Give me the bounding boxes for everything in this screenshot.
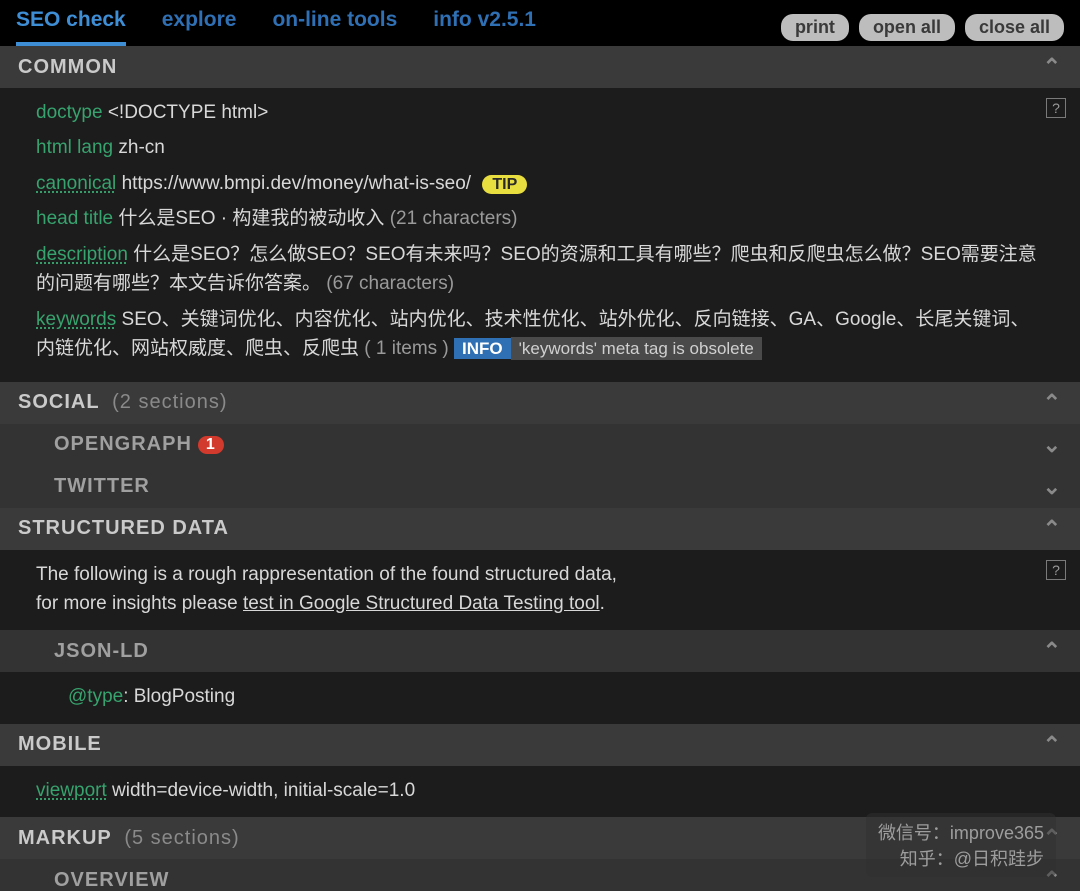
- count-description: (67 characters): [326, 273, 454, 294]
- key-jsonld-type: @type: [68, 686, 123, 707]
- structured-text-2a: for more insights please: [36, 593, 243, 614]
- close-all-button[interactable]: close all: [965, 14, 1064, 41]
- chevron-up-icon: ⌃: [1043, 732, 1062, 758]
- section-common-header[interactable]: COMMON ⌃: [0, 46, 1080, 88]
- structured-text-1: The following is a rough rappresentation…: [36, 560, 1044, 589]
- section-jsonld-header[interactable]: JSON-LD ⌃: [0, 630, 1080, 672]
- section-title: COMMON: [18, 56, 117, 79]
- open-all-button[interactable]: open all: [859, 14, 955, 41]
- tip-badge[interactable]: TIP: [482, 175, 527, 194]
- key-doctype: doctype: [36, 102, 103, 123]
- chevron-up-icon: ⌃: [1043, 54, 1062, 80]
- section-social-header[interactable]: SOCIAL (2 sections) ⌃: [0, 382, 1080, 424]
- print-button[interactable]: print: [781, 14, 849, 41]
- tab-info[interactable]: info v2.5.1: [433, 8, 536, 46]
- section-opengraph-header[interactable]: OPENGRAPH 1 ⌄: [0, 424, 1080, 466]
- section-mobile-body: viewport width=device-width, initial-sca…: [0, 766, 1080, 817]
- val-viewport: width=device-width, initial-scale=1.0: [112, 780, 415, 801]
- key-keywords[interactable]: keywords: [36, 309, 116, 330]
- key-description[interactable]: description: [36, 244, 128, 265]
- tab-bar: SEO check explore on-line tools info v2.…: [0, 0, 1080, 46]
- key-viewport[interactable]: viewport: [36, 780, 107, 801]
- key-canonical[interactable]: canonical: [36, 173, 116, 194]
- count-keywords: ( 1 items ): [364, 338, 448, 359]
- section-structured-body: ? The following is a rough rappresentati…: [0, 550, 1080, 631]
- tab-seo-check[interactable]: SEO check: [16, 8, 126, 46]
- key-html-lang: html lang: [36, 137, 113, 158]
- val-description: 什么是SEO？怎么做SEO？SEO有未来吗？SEO的资源和工具有哪些？爬虫和反爬…: [36, 244, 1037, 294]
- section-structured-header[interactable]: STRUCTURED DATA ⌃: [0, 508, 1080, 550]
- help-icon[interactable]: ?: [1046, 560, 1066, 580]
- info-message: 'keywords' meta tag is obsolete: [511, 337, 762, 360]
- val-doctype: <!DOCTYPE html>: [108, 102, 269, 123]
- val-head-title: 什么是SEO · 构建我的被动收入: [118, 208, 384, 229]
- key-head-title: head title: [36, 208, 113, 229]
- section-title: OVERVIEW: [54, 869, 169, 891]
- chevron-down-icon: ⌄: [1043, 474, 1062, 500]
- chevron-up-icon: ⌃: [1043, 516, 1062, 542]
- tabs: SEO check explore on-line tools info v2.…: [16, 8, 536, 46]
- toolbar-buttons: print open all close all: [781, 14, 1064, 41]
- section-count: (5 sections): [124, 827, 239, 850]
- section-title: TWITTER: [54, 475, 150, 498]
- tab-explore[interactable]: explore: [162, 8, 237, 46]
- count-head-title: (21 characters): [390, 208, 518, 229]
- chevron-down-icon: ⌄: [1043, 432, 1062, 458]
- section-common-body: ? doctype <!DOCTYPE html> html lang zh-c…: [0, 88, 1080, 382]
- error-count-badge: 1: [198, 436, 224, 454]
- info-badge: INFO: [454, 338, 511, 359]
- section-title: OPENGRAPH: [54, 433, 192, 456]
- chevron-up-icon: ⌃: [1043, 390, 1062, 416]
- section-twitter-header[interactable]: TWITTER ⌄: [0, 466, 1080, 508]
- val-jsonld-type: : BlogPosting: [123, 686, 235, 707]
- tab-online-tools[interactable]: on-line tools: [272, 8, 397, 46]
- section-count: (2 sections): [112, 391, 227, 414]
- section-title: SOCIAL: [18, 391, 100, 414]
- section-title: MOBILE: [18, 733, 102, 756]
- watermark: 微信号：improve365 知乎：@日积跬步: [866, 813, 1056, 877]
- section-title: MARKUP: [18, 827, 112, 850]
- content-scroll[interactable]: COMMON ⌃ ? doctype <!DOCTYPE html> html …: [0, 46, 1080, 891]
- val-html-lang: zh-cn: [118, 137, 164, 158]
- section-jsonld-body: @type: BlogPosting: [0, 672, 1080, 723]
- chevron-up-icon: ⌃: [1043, 638, 1062, 664]
- section-title: STRUCTURED DATA: [18, 517, 229, 540]
- section-mobile-header[interactable]: MOBILE ⌃: [0, 724, 1080, 766]
- section-title: JSON-LD: [54, 640, 149, 663]
- help-icon[interactable]: ?: [1046, 98, 1066, 118]
- structured-text-2c: .: [600, 593, 605, 614]
- structured-testing-link[interactable]: test in Google Structured Data Testing t…: [243, 593, 600, 614]
- val-canonical: https://www.bmpi.dev/money/what-is-seo/: [122, 173, 472, 194]
